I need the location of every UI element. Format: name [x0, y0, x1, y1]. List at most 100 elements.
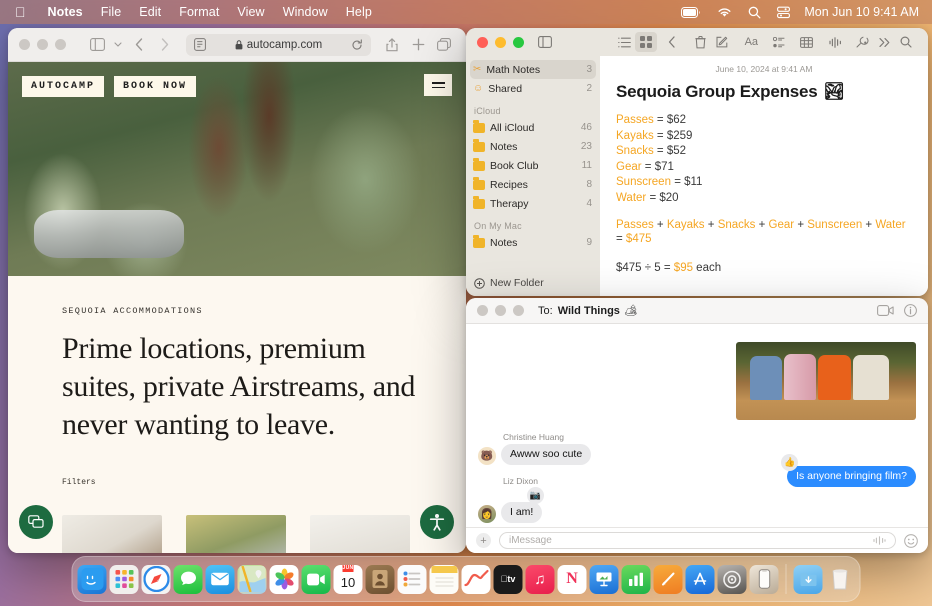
sidebar-toggle-icon[interactable] [534, 32, 555, 52]
maximize-button[interactable] [55, 39, 66, 50]
message-bubble[interactable]: Awww soo cute [501, 444, 591, 465]
avatar[interactable]: 👩 [478, 505, 496, 523]
sidebar-icon[interactable] [86, 34, 108, 56]
address-bar[interactable]: autocamp.com [186, 34, 371, 56]
new-tab-button[interactable] [407, 34, 429, 56]
property-card[interactable] [186, 515, 286, 553]
message-thread[interactable]: 🐻 Christine Huang Awww soo cute 👍 Is any… [466, 324, 928, 527]
back-button[interactable] [128, 34, 150, 56]
sidebar-item-notes[interactable]: Notes 23 [466, 137, 600, 156]
property-card[interactable] [310, 515, 410, 553]
close-button[interactable] [19, 39, 30, 50]
sidebar-item-all-icloud[interactable]: All iCloud 46 [466, 118, 600, 137]
dock-app-finder[interactable] [78, 565, 107, 594]
close-button[interactable] [477, 305, 488, 316]
menu-window[interactable]: Window [274, 5, 337, 19]
dock-app-messages[interactable] [174, 565, 203, 594]
minimize-button[interactable] [495, 37, 506, 48]
dock-app-facetime[interactable] [302, 565, 331, 594]
emoji-icon[interactable] [904, 534, 918, 548]
menu-bar-clock[interactable]: Mon Jun 10 9:41 AM [804, 5, 919, 19]
dock-app-iphone-mirroring[interactable] [750, 565, 779, 594]
reader-icon[interactable] [194, 38, 206, 51]
dock-app-notes[interactable] [430, 565, 459, 594]
imessage-input[interactable]: iMessage [499, 532, 896, 549]
close-button[interactable] [477, 37, 488, 48]
book-now-button[interactable]: BOOK NOW [114, 76, 196, 97]
filters-label[interactable]: Filters [62, 478, 432, 487]
site-menu-button[interactable] [424, 74, 452, 96]
audio-icon[interactable] [825, 32, 846, 52]
compose-icon[interactable] [712, 32, 733, 52]
new-folder-button[interactable]: New Folder [466, 271, 600, 296]
dock-app-news[interactable]: N [558, 565, 587, 594]
info-icon[interactable] [904, 304, 917, 317]
accessibility-icon[interactable] [420, 505, 454, 539]
dock-app-reminders[interactable] [398, 565, 427, 594]
sidebar-item-shared[interactable]: ☺ Shared 2 [466, 79, 600, 98]
reload-icon[interactable] [351, 39, 363, 51]
gallery-view-icon[interactable] [635, 32, 656, 52]
sidebar-item-book-club[interactable]: Book Club 11 [466, 156, 600, 175]
autocamp-logo[interactable]: AUTOCAMP [22, 76, 104, 97]
tab-overview-icon[interactable] [433, 34, 455, 56]
shared-photo-attachment[interactable] [736, 342, 916, 420]
dock-app-keynote[interactable] [590, 565, 619, 594]
wifi-icon[interactable] [717, 7, 732, 18]
menu-view[interactable]: View [228, 5, 273, 19]
format-icon[interactable]: Aa [741, 32, 762, 52]
note-content[interactable]: Passes = $62 Kayaks = $259 Snacks = $52 … [616, 114, 912, 275]
minimize-button[interactable] [495, 305, 506, 316]
dock-app-mail[interactable] [206, 565, 235, 594]
maximize-button[interactable] [513, 305, 524, 316]
message-bubble[interactable]: Is anyone bringing film? [787, 466, 916, 487]
menu-format[interactable]: Format [170, 5, 228, 19]
thumbs-up-reaction[interactable]: 👍 [781, 454, 798, 471]
audio-waveform-icon[interactable] [873, 536, 886, 545]
dock-app-pages[interactable] [654, 565, 683, 594]
markup-icon[interactable] [853, 32, 874, 52]
messages-traffic-lights[interactable] [477, 305, 524, 316]
sidebar-item-local-notes[interactable]: Notes 9 [466, 233, 600, 252]
safari-window[interactable]: autocamp.com AUTOCAMP BOOK NOW [8, 28, 466, 553]
note-editor[interactable]: June 10, 2024 at 9:41 AM Sequoia Group E… [600, 56, 928, 296]
property-card[interactable] [62, 515, 162, 553]
dock-app-photos[interactable] [270, 565, 299, 594]
dock-app-safari[interactable] [142, 565, 171, 594]
dock-app-calendar[interactable]: JUN 10 [334, 565, 363, 594]
plus-icon[interactable]: + [476, 533, 491, 548]
notes-window[interactable]: Aa ✂ Math Notes 3 [466, 28, 928, 296]
control-center-icon[interactable] [777, 6, 790, 19]
notes-traffic-lights[interactable] [477, 37, 524, 48]
search-icon[interactable] [896, 32, 917, 52]
dock-app-appstore[interactable] [686, 565, 715, 594]
sidebar-item-math-notes[interactable]: ✂ Math Notes 3 [470, 60, 596, 79]
dock-app-maps[interactable] [238, 565, 267, 594]
messages-window[interactable]: To: Wild Things 🏕 🐻 Christine Huang Awww… [466, 298, 928, 553]
menu-edit[interactable]: Edit [130, 5, 170, 19]
dock-app-music[interactable]: ♫ [526, 565, 555, 594]
dock-app-appletv[interactable]: tv [494, 565, 523, 594]
dock-downloads-folder[interactable] [794, 565, 823, 594]
list-view-icon[interactable] [614, 32, 635, 52]
chat-bubble-icon[interactable] [19, 505, 53, 539]
dock-app-contacts[interactable] [366, 565, 395, 594]
avatar[interactable]: 🐻 [478, 447, 496, 465]
dock-app-numbers[interactable] [622, 565, 651, 594]
search-icon[interactable] [748, 6, 761, 19]
sidebar-item-recipes[interactable]: Recipes 8 [466, 175, 600, 194]
forward-button[interactable] [154, 34, 176, 56]
message-bubble[interactable]: I am! [501, 502, 542, 523]
dock-app-launchpad[interactable] [110, 565, 139, 594]
camera-reaction[interactable]: 📷 [527, 487, 544, 504]
dock-app-stocks[interactable] [462, 565, 491, 594]
delete-icon[interactable] [690, 32, 711, 52]
conversation-recipient[interactable]: Wild Things [558, 305, 620, 317]
dock-app-settings[interactable] [718, 565, 747, 594]
sidebar-item-therapy[interactable]: Therapy 4 [466, 194, 600, 213]
apple-menu-icon[interactable]:  [15, 5, 26, 19]
minimize-button[interactable] [37, 39, 48, 50]
menu-help[interactable]: Help [337, 5, 381, 19]
maximize-button[interactable] [513, 37, 524, 48]
sidebar-chevron-down-icon[interactable] [112, 34, 124, 56]
